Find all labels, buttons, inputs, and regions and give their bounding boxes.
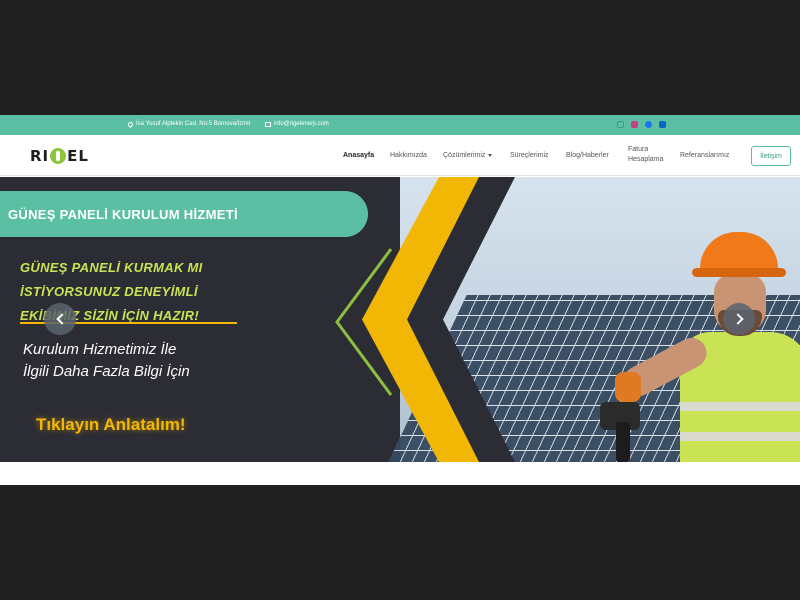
chevron-down-icon bbox=[488, 153, 493, 157]
info-line-2: İlgili Daha Fazla Bilgi İçin bbox=[23, 363, 190, 380]
instagram-icon[interactable] bbox=[631, 121, 638, 128]
info-line-1: Kurulum Hizmetimiz İle bbox=[23, 341, 177, 358]
nav-item-fatura[interactable]: Fatura Hesaplama bbox=[628, 145, 668, 165]
info-text: Kurulum Hizmetimiz İle İlgili Daha Fazla… bbox=[23, 339, 283, 383]
address-text: İsa Yusuf Alptekin Cad. No:5 Bornova/İzm… bbox=[136, 121, 251, 127]
facebook-icon[interactable] bbox=[645, 121, 652, 128]
nav-item-sureclerimiz[interactable]: Süreçlerimiz bbox=[510, 152, 549, 159]
social-links bbox=[617, 121, 666, 128]
envelope-icon bbox=[265, 121, 271, 127]
chevron-right-icon bbox=[731, 313, 744, 325]
click-cta-text[interactable]: Tıklayın Anlatalım! bbox=[36, 415, 186, 435]
screen-backdrop: İsa Yusuf Alptekin Cad. No:5 Bornova/İzm… bbox=[0, 0, 800, 600]
green-chevron-outline bbox=[335, 248, 393, 396]
service-banner: GÜNEŞ PANELİ KURULUM HİZMETİ bbox=[0, 191, 368, 237]
nav-menu: Anasayfa Hakkımızda Çözümlerimiz Süreçle… bbox=[0, 135, 800, 176]
website: İsa Yusuf Alptekin Cad. No:5 Bornova/İzm… bbox=[0, 115, 800, 485]
whatsapp-icon[interactable] bbox=[617, 121, 624, 128]
promo-line-1: GÜNEŞ PANELİ KURMAK MI bbox=[20, 260, 203, 275]
chevron-left-icon bbox=[55, 313, 68, 325]
linkedin-icon[interactable] bbox=[659, 121, 666, 128]
slider-prev-button[interactable] bbox=[44, 303, 76, 335]
slider-next-button[interactable] bbox=[723, 303, 755, 335]
main-navbar: RI EL Anasayfa Hakkımızda Çözümlerimiz S… bbox=[0, 135, 800, 176]
address-contact[interactable]: İsa Yusuf Alptekin Cad. No:5 Bornova/İzm… bbox=[126, 120, 251, 128]
nav-item-cozumlerimiz-label: Çözümlerimiz bbox=[443, 152, 486, 159]
nav-item-referanslarimiz[interactable]: Referanslarımız bbox=[680, 152, 729, 159]
email-contact[interactable]: info@rigelenerji.com bbox=[265, 121, 329, 127]
top-info-bar: İsa Yusuf Alptekin Cad. No:5 Bornova/İzm… bbox=[0, 115, 800, 135]
email-text: info@rigelenerji.com bbox=[274, 121, 329, 127]
nav-item-anasayfa[interactable]: Anasayfa bbox=[343, 152, 374, 159]
hero-slider: GÜNEŞ PANELİ KURULUM HİZMETİ GÜNEŞ PANEL… bbox=[0, 177, 800, 462]
nav-item-cozumlerimiz[interactable]: Çözümlerimiz bbox=[443, 152, 493, 159]
worker-illustration bbox=[600, 232, 800, 462]
location-pin-icon bbox=[126, 120, 135, 128]
nav-item-blog[interactable]: Blog/Haberler bbox=[566, 152, 609, 159]
promo-line-2: İSTİYORSUNUZ DENEYİMLİ bbox=[20, 284, 198, 299]
contact-button[interactable]: İletişim bbox=[751, 146, 791, 166]
nav-item-hakkimizda[interactable]: Hakkımızda bbox=[390, 152, 427, 159]
